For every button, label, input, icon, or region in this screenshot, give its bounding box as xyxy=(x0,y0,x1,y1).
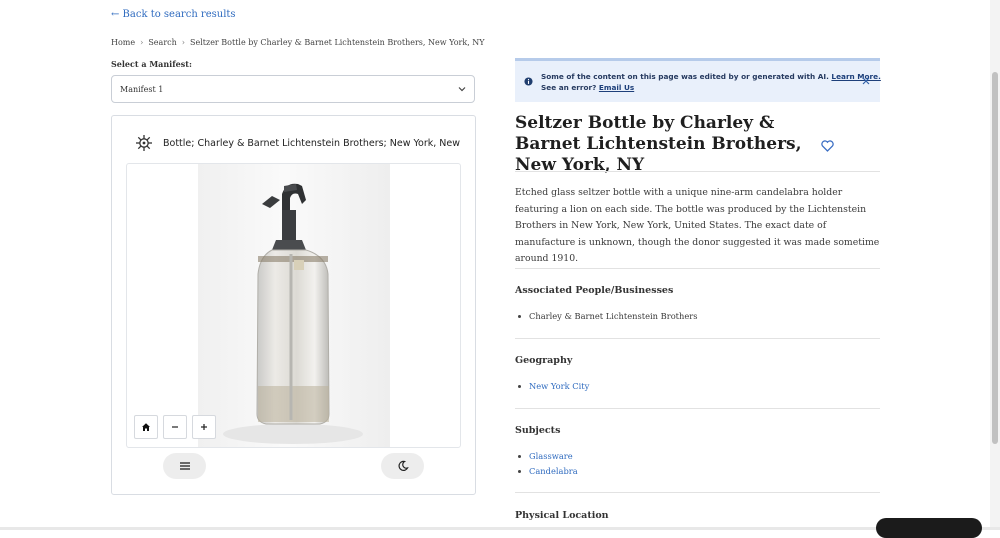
learn-more-link[interactable]: Learn More. xyxy=(831,72,880,81)
ai-notice-text: Some of the content on this page was edi… xyxy=(541,72,881,81)
home-icon xyxy=(142,423,150,431)
section-heading-location: Physical Location xyxy=(515,510,609,521)
zoom-out-button[interactable] xyxy=(163,415,187,439)
geography-link[interactable]: New York City xyxy=(517,381,589,391)
page-title: Seltzer Bottle by Charley & Barnet Licht… xyxy=(515,113,802,175)
list-item-person: Charley & Barnet Lichtenstein Brothers xyxy=(518,311,698,321)
info-icon xyxy=(524,77,533,86)
section-heading-geography: Geography xyxy=(515,355,573,366)
divider xyxy=(515,338,880,339)
home-button[interactable] xyxy=(134,415,158,439)
viewer-logo-icon xyxy=(136,135,152,151)
divider xyxy=(515,492,880,493)
divider xyxy=(515,408,880,409)
floating-toolbar[interactable] xyxy=(876,518,982,538)
item-description: Etched glass seltzer bottle with a uniqu… xyxy=(515,187,880,265)
close-icon[interactable] xyxy=(862,77,870,85)
manifest-select[interactable]: Manifest 1 xyxy=(111,75,475,103)
ai-notice-banner: Some of the content on this page was edi… xyxy=(515,58,881,102)
manifest-select-value: Manifest 1 xyxy=(120,85,164,94)
subject-link-candelabra[interactable]: Candelabra xyxy=(518,466,578,476)
chevron-down-icon xyxy=(458,87,466,92)
back-to-search-link[interactable]: ← Back to search results xyxy=(111,9,236,20)
manifest-label: Select a Manifest: xyxy=(111,59,192,69)
breadcrumb-separator: › xyxy=(140,38,144,47)
moon-icon xyxy=(397,460,409,471)
scrollbar-thumb[interactable] xyxy=(992,72,998,444)
divider xyxy=(515,268,880,269)
minus-icon xyxy=(172,426,178,428)
viewer-title: Bottle; Charley & Barnet Lichtenstein Br… xyxy=(163,138,463,149)
dark-mode-button[interactable] xyxy=(381,453,424,479)
menu-button[interactable] xyxy=(163,453,206,479)
heart-icon[interactable] xyxy=(821,140,834,152)
menu-icon xyxy=(179,462,190,470)
zoom-in-button[interactable] xyxy=(192,415,216,439)
breadcrumb-search[interactable]: Search xyxy=(148,38,176,47)
breadcrumb-current: Seltzer Bottle by Charley & Barnet Licht… xyxy=(189,38,485,47)
subject-link-glassware[interactable]: Glassware xyxy=(518,451,573,461)
section-heading-people: Associated People/Businesses xyxy=(515,285,674,296)
object-photo[interactable] xyxy=(198,164,390,447)
plus-icon xyxy=(201,424,207,430)
seltzer-bottle-image xyxy=(223,183,363,444)
ai-notice-error: See an error? Email Us xyxy=(541,83,635,92)
breadcrumb: Home › Search › Seltzer Bottle by Charley & … xyxy=(111,38,485,47)
breadcrumb-separator: › xyxy=(181,38,185,47)
breadcrumb-home[interactable]: Home xyxy=(111,38,135,47)
email-us-link[interactable]: Email Us xyxy=(599,83,634,92)
section-heading-subjects: Subjects xyxy=(515,425,561,436)
divider xyxy=(515,171,880,172)
